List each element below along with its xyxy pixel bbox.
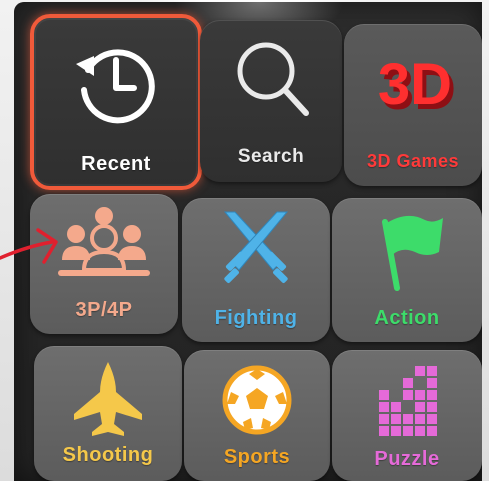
puzzle-blocks-icon — [357, 360, 457, 440]
jet-plane-icon — [58, 358, 158, 438]
tile-label: Action — [374, 307, 440, 329]
tile-sports[interactable]: Sports — [184, 350, 330, 481]
tile-label: Fighting — [214, 307, 298, 329]
tile-label: Recent — [81, 153, 151, 175]
red-pointer-arrow-icon — [0, 222, 70, 282]
tile-label: Shooting — [62, 444, 154, 466]
tile-puzzle[interactable]: Puzzle — [332, 350, 482, 481]
clock-history-icon — [66, 36, 166, 128]
tile-label: Sports — [223, 446, 291, 468]
tile-recent[interactable]: Recent — [30, 14, 202, 190]
flag-icon — [357, 208, 457, 292]
game-category-screen: Recent Search 3D 3D 3D Games 3P/4P Fight… — [14, 2, 482, 481]
soccer-ball-icon — [207, 360, 307, 440]
tile-action[interactable]: Action — [332, 198, 482, 342]
tile-shooting[interactable]: Shooting — [34, 346, 182, 481]
tile-fighting[interactable]: Fighting — [182, 198, 330, 342]
tile-label: 3P/4P — [75, 299, 133, 321]
3d-badge-icon: 3D 3D — [363, 36, 463, 128]
tile-label: Search — [237, 146, 305, 167]
tile-search[interactable]: Search — [200, 20, 342, 182]
magnifier-icon — [221, 32, 321, 124]
tile-label: 3D Games — [366, 151, 460, 171]
tile-label: Puzzle — [374, 448, 440, 470]
tile-3d-games[interactable]: 3D 3D 3D Games — [344, 24, 482, 186]
crossed-swords-icon — [206, 206, 306, 290]
3d-badge-text: 3D — [378, 52, 452, 117]
